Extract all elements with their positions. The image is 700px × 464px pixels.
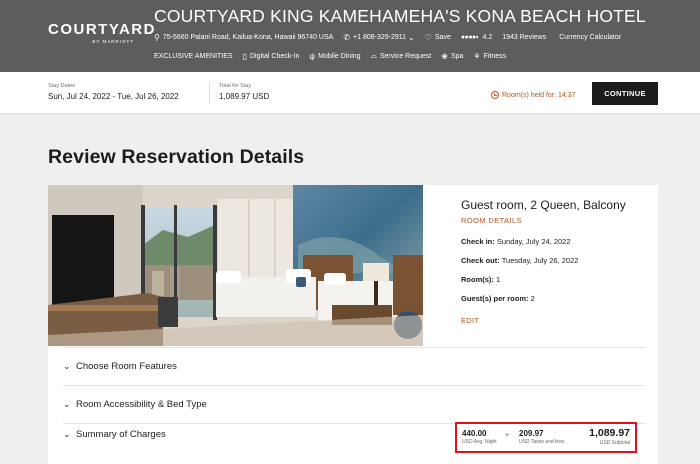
phone-item[interactable]: ✆ +1 808-329-2911 ⌄ <box>343 33 414 42</box>
stay-dates-label: Stay Dates <box>48 83 75 89</box>
taxes-charge: 209.97 USD Taxes and fees <box>519 429 565 445</box>
hotel-info-row: ⚲ 75-5660 Palani Road, Kailua-Kona, Hawa… <box>154 33 631 42</box>
spa-icon: ❀ <box>441 51 448 61</box>
heart-icon: ♡ <box>424 33 432 42</box>
room-details-link[interactable]: ROOM DETAILS <box>461 216 651 225</box>
reviews-link[interactable]: 1943 Reviews <box>502 34 546 41</box>
room-info: Guest room, 2 Queen, Balcony ROOM DETAIL… <box>461 198 651 325</box>
guests-line: Guest(s) per room: 2 <box>461 294 651 303</box>
fitness-icon: ⚘ <box>473 51 481 61</box>
rating-value: 4.2 <box>482 34 493 41</box>
logo-subtext: BY MARRIOTT <box>92 39 134 44</box>
digital-checkin-link[interactable]: ▯ Digital Check-In <box>243 52 300 61</box>
amenity-label: Digital Check-In <box>250 52 300 60</box>
accordion-label: Choose Room Features <box>76 361 177 372</box>
phone-icon: ▯ <box>242 51 247 61</box>
plus-sign: + <box>505 432 510 439</box>
amenity-label: EXCLUSIVE AMENITIES <box>154 52 233 60</box>
accordion-label: Room Accessibility & Bed Type <box>76 399 207 410</box>
charges-summary-box: 440.00 USD Avg. Night + 209.97 USD Taxes… <box>455 422 637 453</box>
edit-link[interactable]: EDIT <box>461 316 651 325</box>
page-title: Review Reservation Details <box>48 146 305 168</box>
spa-link[interactable]: ❀ Spa <box>441 52 463 61</box>
subtotal-value: 1,089.97 <box>589 427 630 439</box>
stay-total: Total for Stay 1,089.97 USD <box>219 83 269 101</box>
checkin-label: Check in: <box>461 237 495 246</box>
room-photo-illustration <box>48 185 423 346</box>
checkout-line: Check out: Tuesday, July 26, 2022 <box>461 256 651 265</box>
currency-calculator-text: Currency Calculator <box>559 34 622 41</box>
bell-icon: ⌓ <box>370 51 377 60</box>
room-hold-timer: Room(s) held for: 14:37 <box>491 91 576 99</box>
checkin-value: Sunday, July 24, 2022 <box>496 237 571 246</box>
site-header: COURTYARD BY MARRIOTT COURTYARD KING KAM… <box>0 0 700 72</box>
address-item[interactable]: ⚲ 75-5660 Palani Road, Kailua-Kona, Hawa… <box>154 33 333 42</box>
amenities-row: EXCLUSIVE AMENITIES ▯ Digital Check-In ψ… <box>154 51 516 61</box>
stay-dates: Stay Dates Sun, Jul 24, 2022 - Tue, Jul … <box>48 83 179 101</box>
chevron-down-icon: ⌄ <box>63 399 71 409</box>
subtotal-charge: 1,089.97 USD Subtotal <box>589 427 630 446</box>
continue-button[interactable]: CONTINUE <box>592 82 658 105</box>
amenity-label: Fitness <box>483 52 507 60</box>
taxes-value: 209.97 <box>519 429 544 438</box>
stay-total-label: Total for Stay <box>219 83 252 89</box>
taxes-label: USD Taxes and fees <box>519 439 565 445</box>
rooms-label: Room(s): <box>461 275 494 284</box>
exclusive-amenities-link[interactable]: EXCLUSIVE AMENITIES <box>154 53 233 60</box>
room-photo <box>48 185 423 346</box>
save-button[interactable]: ♡ Save <box>425 33 451 42</box>
chevron-down-icon: ⌄ <box>63 429 71 439</box>
guests-label: Guest(s) per room: <box>461 294 529 303</box>
divider <box>209 82 210 104</box>
map-pin-icon: ⚲ <box>154 33 160 42</box>
currency-calculator-link[interactable]: Currency Calculator <box>559 34 621 41</box>
room-name: Guest room, 2 Queen, Balcony <box>461 198 626 212</box>
checkin-line: Check in: Sunday, July 24, 2022 <box>461 237 651 246</box>
address-text: 75-5660 Palani Road, Kailua-Kona, Hawaii… <box>162 34 334 41</box>
rating-dots-icon: ●●●●◐ <box>460 34 480 41</box>
logo-wordmark: COURTYARD <box>48 21 156 38</box>
checkout-value: Tuesday, July 26, 2022 <box>501 256 579 265</box>
chevron-down-icon: ⌄ <box>408 33 415 42</box>
reservation-card: Guest room, 2 Queen, Balcony ROOM DETAIL… <box>48 185 658 464</box>
amenity-label: Spa <box>450 52 464 60</box>
hold-timer-text: Room(s) held for: 14:37 <box>502 91 576 99</box>
fitness-link[interactable]: ⚘ Fitness <box>473 52 506 61</box>
rooms-value: 1 <box>496 275 501 284</box>
clock-icon <box>491 91 499 99</box>
avg-night-label: USD Avg. Night <box>462 439 497 445</box>
save-label: Save <box>434 34 451 41</box>
amenity-label: Service Request <box>379 52 432 60</box>
checkout-label: Check out: <box>461 256 500 265</box>
accordion-accessibility[interactable]: ⌄ Room Accessibility & Bed Type <box>63 385 645 423</box>
hotel-name[interactable]: COURTYARD KING KAMEHAMEHA'S KONA BEACH H… <box>154 6 646 27</box>
avg-night-value: 440.00 <box>462 429 487 438</box>
mobile-dining-link[interactable]: ψ Mobile Dining <box>309 52 360 61</box>
avg-night-charge: 440.00 USD Avg. Night <box>462 429 497 445</box>
dining-icon: ψ <box>309 51 316 61</box>
accordion-room-features[interactable]: ⌄ Choose Room Features <box>63 347 645 385</box>
reviews-text: 1943 Reviews <box>502 34 547 41</box>
stay-dates-value: Sun, Jul 24, 2022 - Tue, Jul 26, 2022 <box>48 92 179 101</box>
stay-total-value: 1,089.97 USD <box>219 92 270 101</box>
amenity-label: Mobile Dining <box>318 52 361 60</box>
courtyard-logo[interactable]: COURTYARD BY MARRIOTT <box>48 21 156 44</box>
chevron-down-icon: ⌄ <box>63 361 71 371</box>
subtotal-label: USD Subtotal <box>599 440 630 446</box>
rating-item[interactable]: ●●●●◐ 4.2 <box>461 34 492 41</box>
phone-icon: ✆ <box>343 33 351 42</box>
accordion-label: Summary of Charges <box>76 429 166 440</box>
service-request-link[interactable]: ⌓ Service Request <box>371 51 432 61</box>
guests-value: 2 <box>530 294 535 303</box>
rooms-line: Room(s): 1 <box>461 275 651 284</box>
phone-text: +1 808-329-2911 <box>353 34 407 41</box>
